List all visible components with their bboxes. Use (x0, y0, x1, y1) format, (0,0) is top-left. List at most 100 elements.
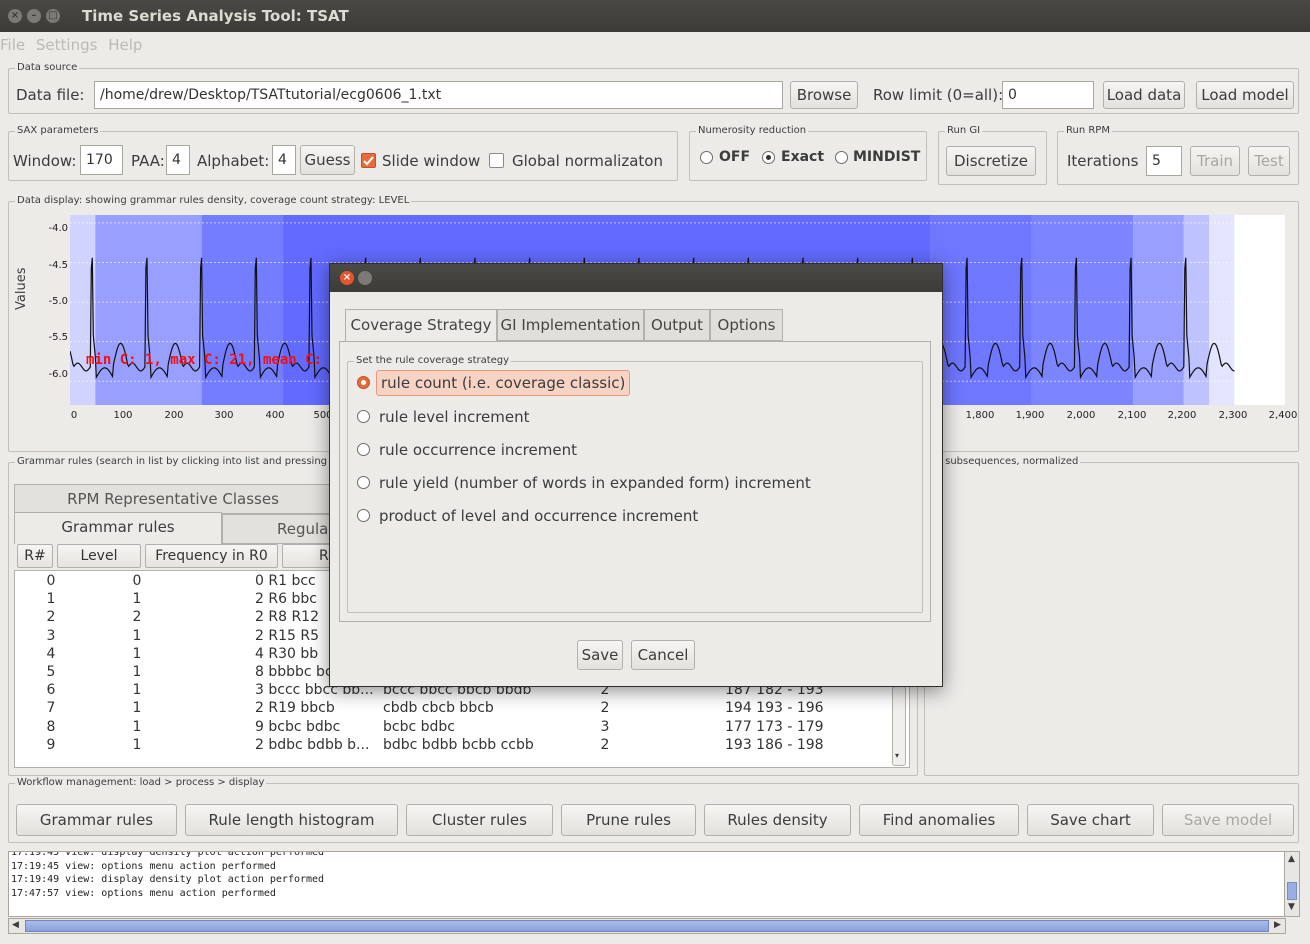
load-model-button[interactable]: Load model (1196, 81, 1294, 109)
table-cell: 1 (132, 645, 142, 662)
radio[interactable] (357, 410, 370, 423)
table-cell: 2 R19 bbcb (255, 700, 335, 717)
table-cell: bcbc bdbc (383, 718, 455, 735)
option-label: product of level and occurrence incremen… (379, 507, 699, 525)
save-chart-button[interactable]: Save chart (1027, 804, 1154, 836)
find-anomalies-button[interactable]: Find anomalies (859, 804, 1019, 836)
table-cell: 8 (46, 718, 56, 735)
train-button[interactable]: Train (1190, 146, 1240, 176)
alphabet-field[interactable]: 4 (272, 145, 296, 175)
tab-coverage-strategy[interactable]: Coverage Strategy (345, 309, 497, 342)
density-band (1031, 215, 1134, 405)
grammar-rules-button[interactable]: Grammar rules (16, 804, 177, 836)
guess-button[interactable]: Guess (300, 145, 355, 175)
load-data-button[interactable]: Load data (1103, 81, 1185, 109)
density-band (930, 215, 1032, 405)
window-field[interactable]: 170 (80, 145, 123, 175)
table-cell: 1 (132, 736, 142, 753)
row-limit-label: Row limit (0=all): (873, 86, 1004, 104)
rules-table-scrollbar[interactable]: ▾ (892, 686, 906, 766)
coverage-strategy-legend: Set the rule coverage strategy (354, 354, 512, 368)
grammar-rules-legend: Grammar rules (search in list by clickin… (15, 455, 330, 469)
iterations-field[interactable]: 5 (1146, 146, 1182, 176)
data-display-legend: Data display: showing grammar rules dens… (15, 194, 412, 208)
table-row[interactable]: 7 1 2 R19 bbcb cbdb cbcb bbcb 2 194 193 - 196 (15, 699, 895, 717)
radio[interactable] (357, 476, 370, 489)
global-normalization-checkbox[interactable] (489, 153, 504, 168)
radio[interactable] (357, 509, 370, 522)
menubar: File Settings Help (0, 32, 1310, 60)
x-tick: 2,200 (1167, 410, 1197, 421)
option-label: rule level increment (379, 408, 530, 426)
radio[interactable] (357, 443, 370, 456)
tab-grammar-rules[interactable]: Grammar rules (14, 512, 222, 544)
table-cell: 193 186 - 198 (725, 736, 824, 753)
minimize-icon[interactable]: – (27, 9, 41, 23)
menu-help[interactable]: Help (108, 32, 142, 58)
y-axis-label: Values (14, 267, 29, 310)
menu-settings[interactable]: Settings (36, 32, 98, 58)
scroll-thumb[interactable] (25, 920, 1269, 932)
column-header-rule-number[interactable]: R# (17, 544, 53, 568)
minimize-icon[interactable] (358, 271, 372, 285)
x-tick: 2,400 (1268, 410, 1298, 421)
test-button[interactable]: Test (1248, 146, 1290, 176)
discretize-button[interactable]: Discretize (946, 146, 1036, 176)
table-cell: 4 R30 bb (255, 645, 319, 662)
data-file-field[interactable]: /home/drew/Desktop/TSATtutorial/ecg0606_… (94, 81, 783, 109)
tab-regular-expressions[interactable]: Regula (222, 514, 332, 544)
maximize-icon[interactable]: □ (46, 9, 60, 23)
radio-selected[interactable] (357, 376, 370, 389)
rule-length-histogram-button[interactable]: Rule length histogram (185, 804, 398, 836)
table-cell: 194 193 - 196 (725, 700, 824, 717)
column-header-frequency[interactable]: Frequency in R0 (145, 544, 278, 568)
table-cell: 3 (600, 718, 610, 735)
numerosity-off-radio[interactable] (700, 151, 713, 164)
table-cell: 2 (132, 609, 142, 626)
tab-options[interactable]: Options (710, 309, 783, 341)
tab-output[interactable]: Output (644, 309, 710, 341)
table-row[interactable]: 8 1 9 bcbc bdbc bcbc bdbc 3 177 173 - 179 (15, 718, 895, 736)
cancel-button[interactable]: Cancel (631, 640, 695, 670)
column-header-level[interactable]: Level (57, 544, 141, 568)
scroll-down-icon: ▼ (1288, 902, 1295, 912)
run-gi-legend: Run GI (945, 124, 983, 138)
scroll-thumb[interactable] (1287, 882, 1297, 900)
x-tick: 300 (214, 410, 234, 421)
row-limit-field[interactable]: 0 (1002, 81, 1094, 109)
tab-gi-implementation[interactable]: GI Implementation (497, 309, 644, 341)
save-button[interactable]: Save (577, 640, 623, 670)
save-model-button[interactable]: Save model (1162, 804, 1294, 836)
table-cell: 2 (46, 609, 56, 626)
paa-field[interactable]: 4 (166, 145, 190, 175)
close-icon[interactable]: × (8, 9, 22, 23)
log-vertical-scrollbar[interactable]: ▲ ▼ (1284, 851, 1300, 917)
density-band (1133, 215, 1184, 405)
numerosity-exact-radio[interactable] (762, 151, 775, 164)
prune-rules-button[interactable]: Prune rules (561, 804, 696, 836)
slide-window-checkbox[interactable] (361, 153, 376, 168)
x-tick: 1,800 (965, 410, 995, 421)
close-icon[interactable]: × (340, 271, 354, 285)
tab-rpm-representative-classes[interactable]: RPM Representative Classes (14, 484, 332, 514)
density-band (1209, 215, 1235, 405)
numerosity-mindist-radio[interactable] (835, 151, 848, 164)
dialog-titlebar: × (330, 264, 942, 292)
column-header-rule[interactable]: R (282, 544, 332, 568)
menu-file[interactable]: File (0, 32, 25, 58)
x-tick: 100 (113, 410, 133, 421)
x-tick: 0 (70, 410, 78, 421)
rules-density-button[interactable]: Rules density (704, 804, 851, 836)
y-tick: -5.0 (48, 296, 68, 307)
sax-legend: SAX parameters (15, 124, 101, 138)
log-area[interactable]: 17:19:45 view: display density plot acti… (8, 851, 1286, 917)
log-horizontal-scrollbar[interactable]: ◀ ▶ (8, 918, 1286, 934)
cluster-rules-button[interactable]: Cluster rules (406, 804, 553, 836)
table-cell: 1 (132, 682, 142, 699)
table-row[interactable]: 9 1 2 bdbc bdbb b... bdbc bdbb bcbb ccbb 2 19… (15, 736, 895, 754)
browse-button[interactable]: Browse (790, 81, 858, 109)
density-band (70, 215, 96, 405)
table-cell: bdbc bdbb bcbb ccbb (383, 736, 534, 753)
table-cell: 1 (46, 591, 56, 608)
table-cell: 2 (600, 736, 610, 753)
